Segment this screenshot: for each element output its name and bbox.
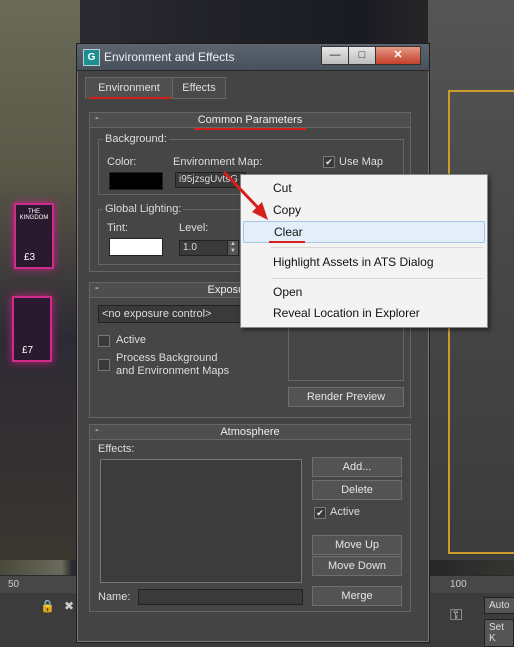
add-effect-button[interactable]: Add... [312, 457, 402, 477]
maximize-button[interactable]: □ [348, 46, 376, 65]
poster-1-price: £3 [24, 252, 36, 263]
exposure-active-label: Active [116, 334, 146, 346]
process-env-maps-label: and Environment Maps [116, 365, 230, 377]
lock-icon[interactable]: 🔒 [40, 599, 55, 613]
annotation-underline-clear [269, 241, 305, 243]
poster-1: THE KINGDOM £3 [14, 203, 54, 269]
atmosphere-title: Atmosphere [220, 426, 280, 438]
use-map-checkbox[interactable]: ✔ [323, 156, 335, 168]
tab-environment[interactable]: Environment [85, 77, 173, 99]
common-parameters-title: Common Parameters [197, 114, 303, 126]
environment-map-value: i95jzsgUvtsG [179, 174, 238, 185]
delete-effect-button[interactable]: Delete [312, 480, 402, 500]
exposure-select-value: <no exposure control> [102, 308, 212, 320]
menu-item-copy-label: Copy [273, 203, 302, 217]
process-background-checkbox[interactable] [98, 359, 110, 371]
title-bar[interactable]: G Environment and Effects — □ ✕ [77, 44, 429, 71]
x-icon[interactable]: ✖ [64, 599, 74, 613]
menu-item-cut[interactable]: Cut [243, 178, 483, 198]
render-preview-button[interactable]: Render Preview [288, 387, 404, 407]
menu-separator [271, 278, 483, 279]
tab-effects[interactable]: Effects [172, 77, 226, 99]
exposure-control-select[interactable]: <no exposure control> [98, 305, 253, 323]
use-map-label: Use Map [339, 156, 384, 168]
tint-color-swatch[interactable] [109, 238, 163, 256]
annotation-underline-environment [89, 97, 171, 99]
name-label: Name: [98, 591, 131, 603]
atmosphere-rollout: - Atmosphere Effects: Add... Delete ✔ Ac… [89, 424, 411, 612]
exposure-active-checkbox[interactable] [98, 335, 110, 347]
menu-item-clear[interactable]: Clear [243, 221, 485, 243]
move-up-button[interactable]: Move Up [312, 535, 402, 555]
poster-2: £7 [12, 296, 52, 362]
auto-key-button[interactable]: Auto [484, 597, 514, 614]
menu-item-reveal-location-label: Reveal Location in Explorer [273, 306, 420, 320]
effects-list[interactable] [100, 459, 302, 583]
timeline-start-label: 50 [8, 579, 20, 590]
minimize-button[interactable]: — [321, 46, 349, 65]
menu-item-open[interactable]: Open [243, 282, 483, 302]
poster-2-price: £7 [22, 345, 34, 356]
global-lighting-label: Global Lighting: [103, 203, 184, 215]
context-menu: Cut Copy Clear Highlight Assets in ATS D… [240, 174, 488, 328]
annotation-underline-common [194, 128, 306, 130]
atmosphere-header[interactable]: - Atmosphere [90, 424, 410, 440]
atmosphere-active-label: Active [330, 506, 360, 518]
viewport-wall [0, 0, 80, 560]
level-spinner[interactable]: ▲ ▼ [227, 240, 239, 256]
name-input[interactable] [138, 589, 303, 605]
menu-item-open-label: Open [273, 285, 303, 299]
menu-item-clear-label: Clear [274, 225, 303, 239]
background-color-swatch[interactable] [109, 172, 163, 190]
menu-item-copy[interactable]: Copy [243, 200, 483, 220]
color-label: Color: [107, 156, 137, 168]
environment-map-label: Environment Map: [173, 156, 263, 168]
background-group-label: Background: [103, 133, 169, 145]
menu-separator [271, 247, 483, 248]
environment-map-button[interactable]: i95jzsgUvtsG [175, 172, 246, 188]
poster-1-title: THE KINGDOM [19, 209, 49, 221]
menu-item-highlight-assets[interactable]: Highlight Assets in ATS Dialog [243, 252, 483, 272]
common-parameters-header[interactable]: - Common Parameters [90, 112, 410, 128]
menu-item-cut-label: Cut [273, 181, 292, 195]
key-icon[interactable]: ⚿ [450, 607, 462, 625]
menu-item-highlight-assets-label: Highlight Assets in ATS Dialog [273, 255, 434, 269]
environment-effects-dialog: G Environment and Effects — □ ✕ Environm… [76, 43, 430, 643]
move-down-button[interactable]: Move Down [312, 556, 402, 576]
menu-item-reveal-location[interactable]: Reveal Location in Explorer [243, 303, 483, 323]
close-button[interactable]: ✕ [375, 46, 421, 65]
timeline-end-label: 100 [450, 579, 467, 590]
dialog-title: Environment and Effects [104, 50, 235, 64]
merge-button[interactable]: Merge [312, 586, 402, 606]
level-label: Level: [179, 222, 209, 234]
atmosphere-active-checkbox[interactable]: ✔ [314, 507, 326, 519]
set-key-button[interactable]: Set K [484, 619, 514, 647]
exposure-preview-box [288, 323, 404, 381]
tint-label: Tint: [107, 222, 128, 234]
effects-label: Effects: [98, 443, 135, 455]
app-icon: G [83, 49, 100, 66]
process-background-label: Process Background [116, 352, 218, 364]
level-input[interactable]: 1.0 [179, 240, 228, 256]
